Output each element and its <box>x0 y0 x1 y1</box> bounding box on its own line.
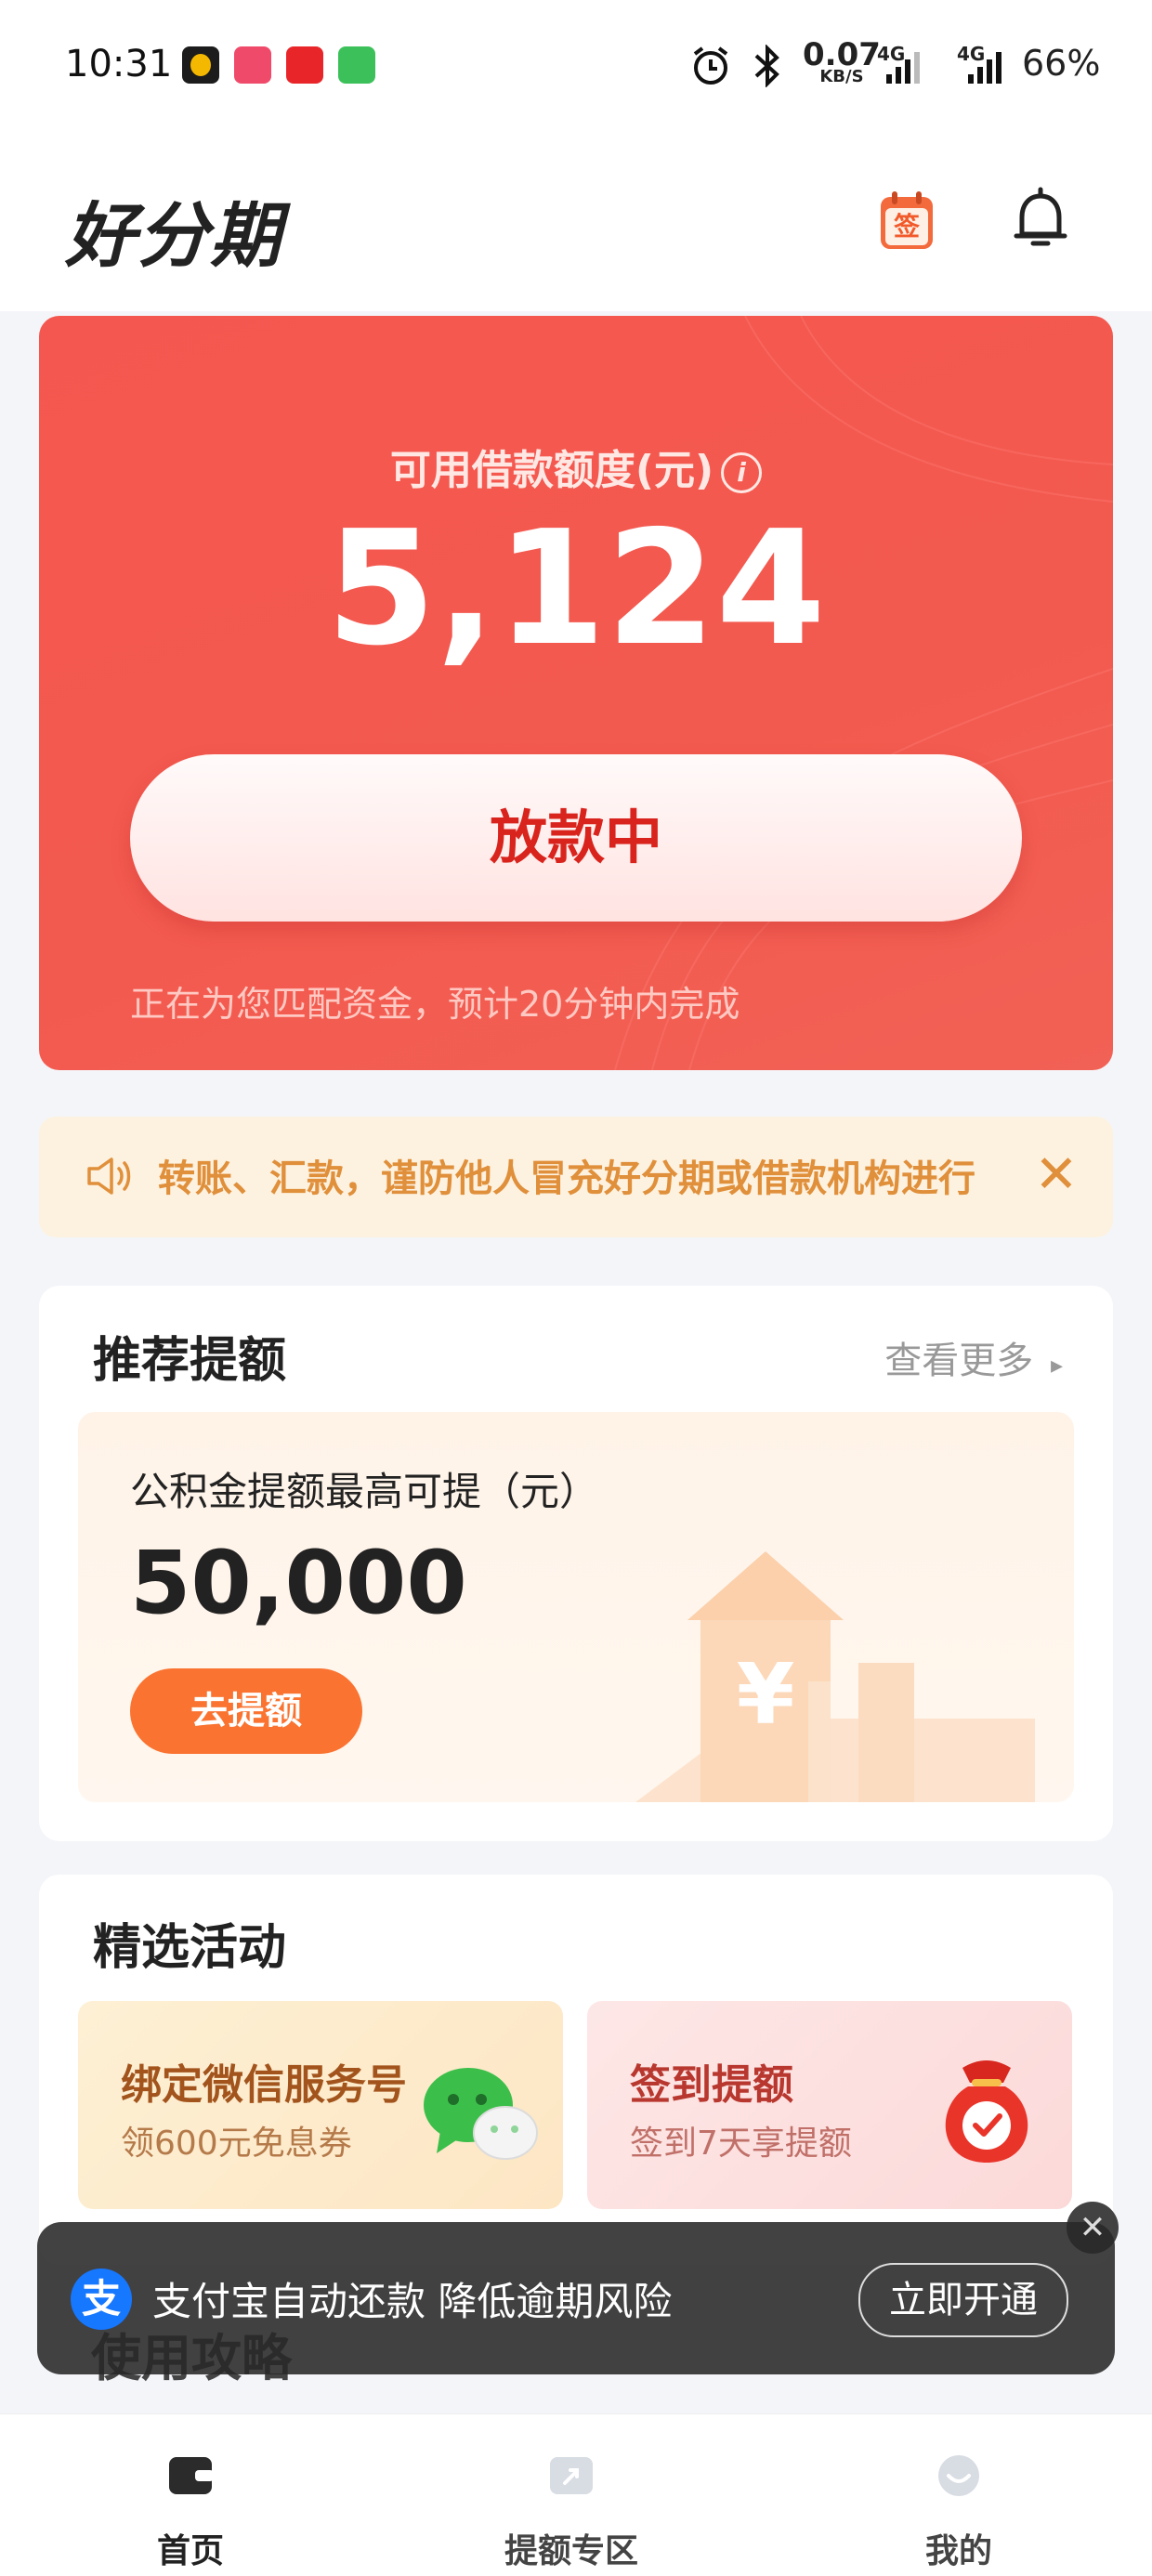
app-icon-2 <box>234 46 271 84</box>
svg-text:¥: ¥ <box>737 1646 795 1744</box>
red-bag-icon <box>945 2060 1028 2163</box>
activity-card-wechat[interactable]: 绑定微信服务号 领600元免息券 <box>78 2001 563 2209</box>
housing-fund-amount: 50,000 <box>130 1533 467 1634</box>
activity-subtitle: 签到7天享提额 <box>630 2125 852 2163</box>
wechat-icon <box>424 2068 538 2160</box>
app-icon-1 <box>182 46 219 84</box>
boost-limit-button[interactable]: 去提额 <box>130 1668 362 1754</box>
enable-now-button[interactable]: 立即开通 <box>858 2263 1068 2337</box>
activity-title: 签到提额 <box>630 2061 793 2109</box>
housing-fund-label: 公积金提额最高可提（元） <box>130 1469 599 1514</box>
calendar-sign-char: 签 <box>885 208 928 245</box>
loan-status-button[interactable]: 放款中 <box>130 754 1022 922</box>
notice-text: 转账、汇款，谨防他人冒充好分期或借款机构进行 <box>158 1157 975 1200</box>
close-icon[interactable]: ✕ <box>1024 1143 1089 1208</box>
speaker-icon <box>87 1157 131 1195</box>
nav-item-home[interactable]: 首页 <box>51 2414 330 2576</box>
housing-fund-card[interactable]: ¥ 公积金提额最高可提（元） 50,000 去提额 <box>78 1412 1074 1802</box>
credit-subtitle: 正在为您匹配资金，预计20分钟内完成 <box>130 984 740 1025</box>
app-icon-4 <box>338 46 375 84</box>
info-icon[interactable]: i <box>721 452 763 493</box>
credit-card: 可用借款额度(元) i 5,124 放款中 正在为您匹配资金，预计20分钟内完成 <box>39 316 1113 1070</box>
nav-item-boost[interactable]: 提额专区 <box>432 2414 711 2576</box>
credit-label: 可用借款额度(元) <box>389 447 714 494</box>
activity-title: 绑定微信服务号 <box>121 2061 407 2109</box>
notice-bar[interactable]: 转账、汇款，谨防他人冒充好分期或借款机构进行 ✕ <box>39 1117 1113 1237</box>
status-time: 10:31 <box>65 43 173 85</box>
profile-icon <box>938 2455 979 2496</box>
triangle-right-icon: ▸ <box>1050 1352 1063 1380</box>
app-icon-3 <box>286 46 323 84</box>
nav-label: 首页 <box>156 2531 224 2570</box>
boost-icon <box>550 2457 593 2494</box>
nav-item-mine[interactable]: 我的 <box>819 2414 1098 2576</box>
view-more-label: 查看更多 <box>884 1340 1034 1382</box>
bell-icon[interactable] <box>1011 184 1070 255</box>
net-speed: 0.07 KB/S <box>803 36 881 85</box>
close-icon[interactable]: ✕ <box>1067 2202 1119 2254</box>
section-title: 推荐提额 <box>93 1332 287 1389</box>
credit-label-row: 可用借款额度(元) i <box>39 437 1113 496</box>
signal-2-icon <box>968 52 1001 84</box>
activity-card-checkin[interactable]: 签到提额 签到7天享提额 <box>587 2001 1072 2209</box>
card-wave-pattern <box>614 316 1113 1070</box>
app-logo: 好分期 <box>65 194 282 277</box>
status-bar: 10:31 0.07 KB/S 4G 4G 66% <box>0 0 1152 130</box>
alipay-icon: 支 <box>71 2269 132 2330</box>
alarm-icon <box>693 46 728 85</box>
activity-subtitle: 领600元免息券 <box>121 2125 352 2163</box>
bottom-nav: 首页 提额专区 我的 <box>0 2413 1152 2576</box>
alipay-banner-text: 支付宝自动还款 降低逾期风险 <box>152 2279 673 2324</box>
credit-amount: 5,124 <box>326 497 826 681</box>
signal-1-icon <box>886 52 920 84</box>
bluetooth-icon <box>754 45 779 87</box>
wallet-icon <box>169 2457 214 2494</box>
activities-section: 精选活动 绑定微信服务号 领600元免息券 签到提额 签到7天享提额 <box>39 1875 1113 2265</box>
view-more-link[interactable]: 查看更多 ▸ <box>884 1330 1063 1384</box>
battery-level: 66% <box>1022 43 1101 84</box>
app-header: 好分期 签 <box>0 130 1152 311</box>
nav-label: 提额专区 <box>504 2531 638 2570</box>
net-speed-value: 0.07 <box>803 36 881 73</box>
alipay-autopay-banner[interactable]: 支 支付宝自动还款 降低逾期风险 立即开通 ✕ <box>37 2202 1119 2374</box>
recommend-section: 推荐提额 查看更多 ▸ ¥ 公积金提额最高可提（元） 50,000 去提额 <box>39 1286 1113 1841</box>
house-yuan-illustration: ¥ <box>635 1551 1035 1802</box>
section-title: 精选活动 <box>93 1919 287 1976</box>
nav-label: 我的 <box>924 2531 992 2570</box>
calendar-sign-icon[interactable]: 签 <box>881 191 933 249</box>
